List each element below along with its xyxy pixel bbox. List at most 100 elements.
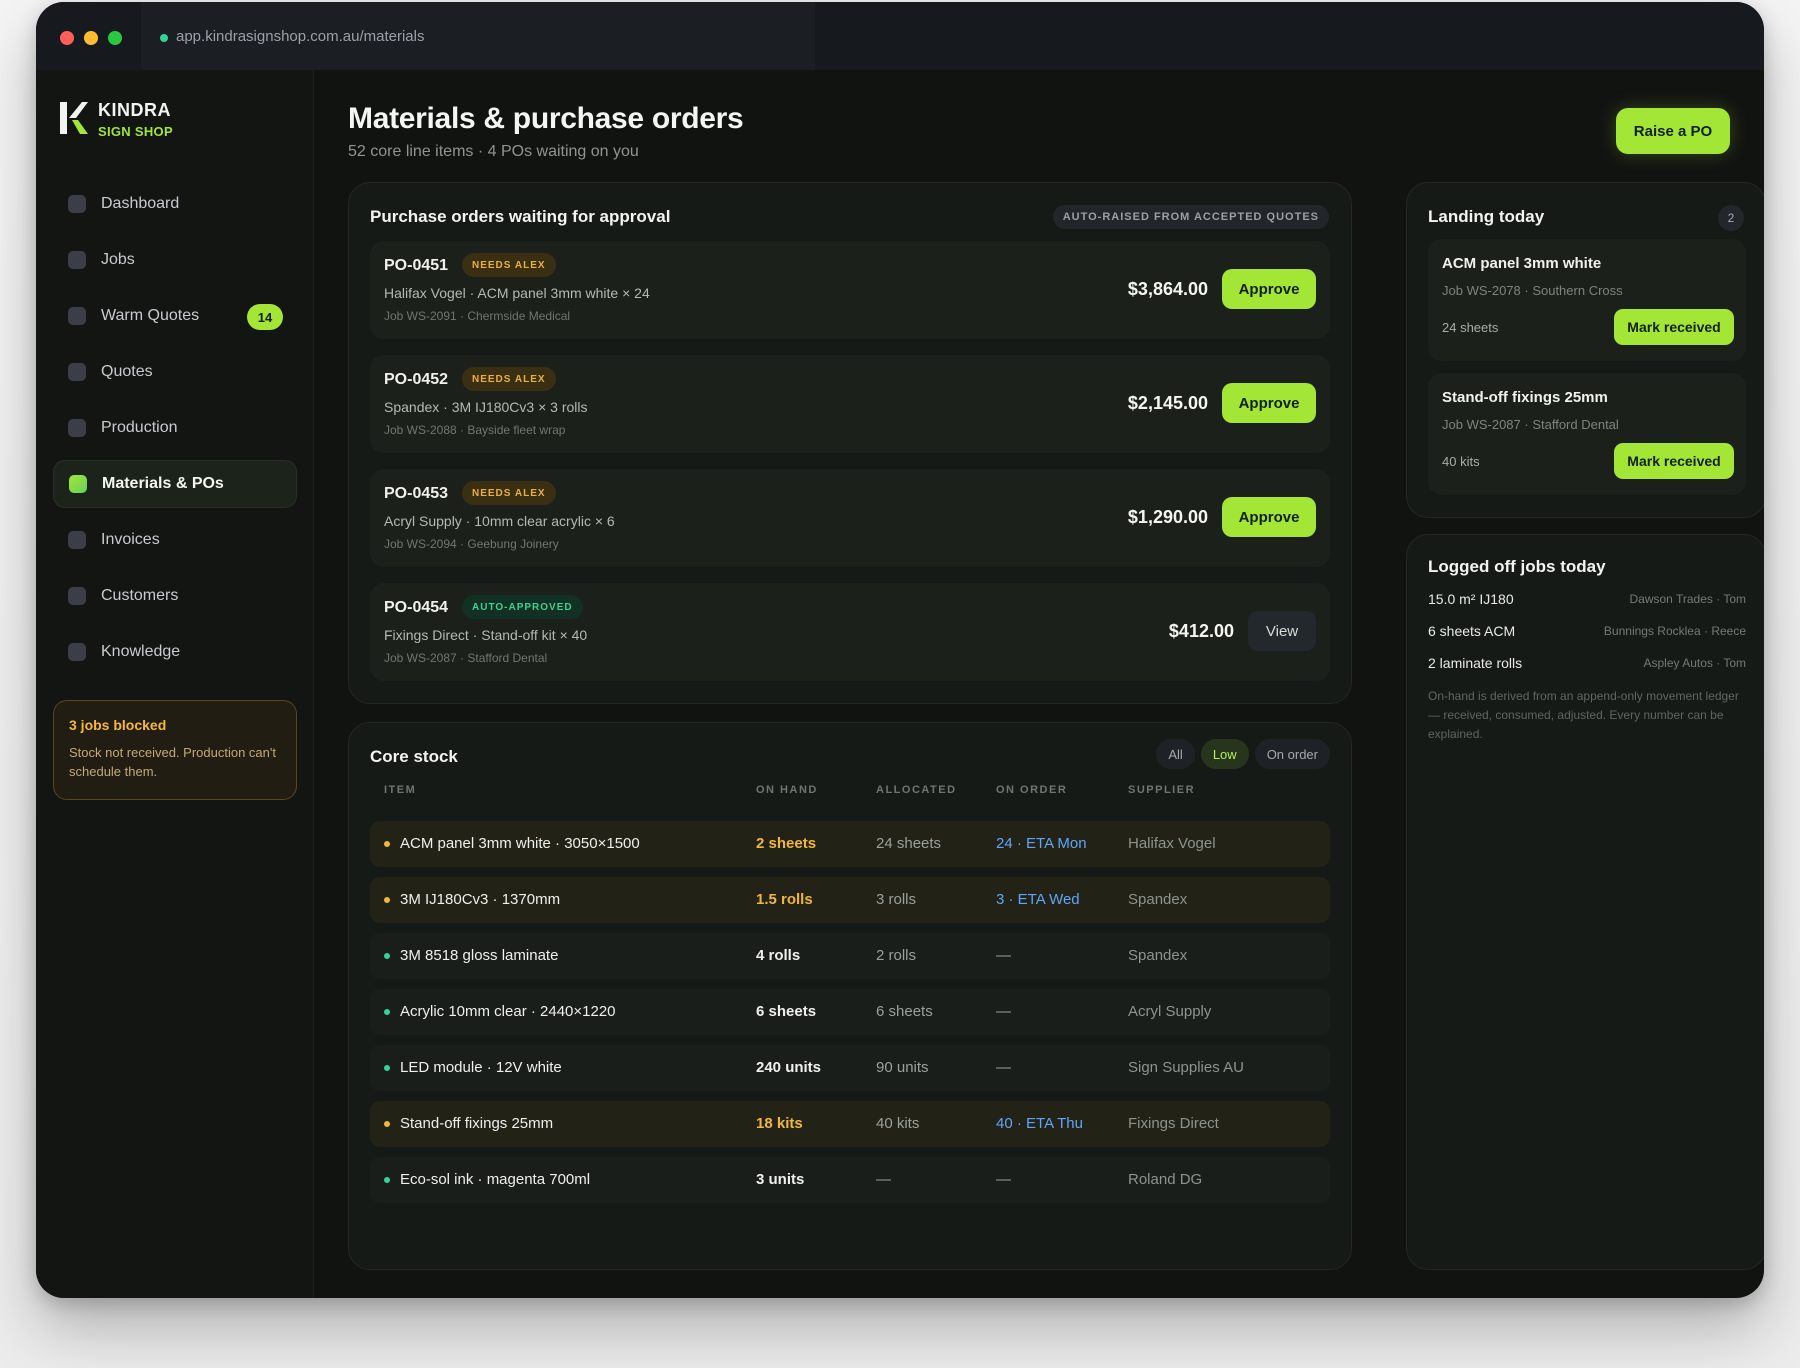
sidebar-item-label: Materials & POs (102, 475, 224, 492)
app-window: app.kindrasignshop.com.au/materials KIND… (36, 2, 1764, 1298)
sidebar-nav: Dashboard Jobs Warm Quotes 14 Quotes Pro… (53, 180, 297, 684)
supplier-name: Halifax Vogel (1128, 835, 1216, 852)
sidebar-item-warm-quotes[interactable]: Warm Quotes 14 (53, 292, 297, 340)
view-po-button[interactable]: View (1248, 611, 1316, 651)
quotes-icon (68, 363, 86, 381)
raise-po-button[interactable]: Raise a PO (1616, 108, 1730, 154)
in-stock-dot-icon (384, 1065, 390, 1071)
po-job-ref: Job WS-2094 · Geebung Joinery (384, 537, 559, 551)
po-status-badge: NEEDS ALEX (462, 481, 556, 505)
approve-button[interactable]: Approve (1222, 269, 1316, 309)
column-header-on-order: ON ORDER (996, 784, 1068, 796)
sidebar-item-production[interactable]: Production (53, 404, 297, 452)
landing-today-card: Landing today 2 ACM panel 3mm white Job … (1406, 182, 1764, 518)
po-number: PO-0451 (384, 257, 449, 274)
landing-item-qty: 40 kits (1442, 454, 1480, 469)
item-name: Stand-off fixings 25mm (400, 1115, 554, 1132)
mark-received-button[interactable]: Mark received (1614, 443, 1734, 479)
maximize-window-button[interactable] (108, 31, 122, 45)
sidebar-item-label: Warm Quotes (101, 307, 200, 324)
on-hand-value: 3 units (756, 1171, 805, 1188)
dashboard-icon (68, 195, 86, 213)
approve-button[interactable]: Approve (1222, 497, 1316, 537)
on-hand-value: 2 sheets (756, 835, 817, 852)
landing-item-name: Stand-off fixings 25mm (1442, 389, 1608, 406)
po-status-badge: NEEDS ALEX (462, 253, 556, 277)
po-job-ref: Job WS-2088 · Bayside fleet wrap (384, 423, 566, 437)
list-item: 2 laminate rolls Aspley Autos · Tom (1428, 655, 1746, 675)
table-row[interactable]: ACM panel 3mm white · 3050×1500 2 sheets… (370, 821, 1330, 867)
supplier-name: Spandex (1128, 947, 1188, 964)
address-bar[interactable]: app.kindrasignshop.com.au/materials (176, 28, 424, 45)
sidebar-item-label: Customers (101, 587, 179, 604)
column-header-supplier: SUPPLIER (1128, 784, 1196, 796)
blocked-jobs-alert[interactable]: 3 jobs blocked Stock not received. Produ… (53, 700, 297, 800)
table-row[interactable]: Acrylic 10mm clear · 2440×1220 6 sheets … (370, 989, 1330, 1035)
list-item: 6 sheets ACM Bunnings Rocklea · Reece (1428, 623, 1746, 643)
mark-received-button[interactable]: Mark received (1614, 309, 1734, 345)
brand-subtitle: SIGN SHOP (98, 124, 173, 139)
po-number: PO-0454 (384, 599, 449, 616)
auto-raised-tag: AUTO-RAISED FROM ACCEPTED QUOTES (1052, 205, 1329, 229)
sidebar-item-jobs[interactable]: Jobs (53, 236, 297, 284)
item-name: Acrylic 10mm clear · 2440×1220 (400, 1003, 616, 1020)
sidebar-item-invoices[interactable]: Invoices (53, 516, 297, 564)
item-name: 3M IJ180Cv3 · 1370mm (400, 891, 561, 908)
on-order-value: — (996, 1003, 1011, 1020)
filter-on-order[interactable]: On order (1254, 739, 1330, 769)
materials-icon (69, 475, 87, 493)
kindra-logo-icon (60, 102, 88, 134)
po-card-title: Purchase orders waiting for approval (370, 207, 671, 226)
logged-off-card: Logged off jobs today 15.0 m² IJ180 Daws… (1406, 534, 1764, 1270)
on-order-value: — (996, 947, 1011, 964)
po-row[interactable]: PO-0451 NEEDS ALEX Halifax Vogel · ACM p… (370, 241, 1330, 339)
filter-all[interactable]: All (1156, 739, 1195, 769)
po-status-badge: AUTO-APPROVED (462, 595, 583, 619)
po-row[interactable]: PO-0453 NEEDS ALEX Acryl Supply · 10mm c… (370, 469, 1330, 567)
allocated-value: 90 units (876, 1059, 929, 1076)
filter-low[interactable]: Low (1200, 739, 1249, 769)
on-hand-value: 4 rolls (756, 947, 801, 964)
on-order-value: 24 · ETA Mon (996, 835, 1087, 852)
approve-button[interactable]: Approve (1222, 383, 1316, 423)
window-controls (60, 31, 122, 45)
knowledge-icon (68, 643, 86, 661)
table-row[interactable]: LED module · 12V white 240 units 90 unit… (370, 1045, 1330, 1091)
po-row[interactable]: PO-0454 AUTO-APPROVED Fixings Direct · S… (370, 583, 1330, 681)
sidebar-item-customers[interactable]: Customers (53, 572, 297, 620)
sidebar: KINDRA SIGN SHOP Dashboard Jobs Warm Quo… (36, 70, 314, 1298)
po-line-item: Spandex · 3M IJ180Cv3 × 3 rolls (384, 399, 588, 415)
landing-card-title: Landing today (1428, 207, 1545, 226)
allocated-value: — (876, 1171, 891, 1188)
sidebar-item-materials[interactable]: Materials & POs (53, 460, 297, 508)
po-amount: $3,864.00 (1127, 279, 1208, 299)
browser-titlebar: app.kindrasignshop.com.au/materials (36, 2, 1764, 70)
table-row[interactable]: Stand-off fixings 25mm 18 kits 40 kits 4… (370, 1101, 1330, 1147)
in-stock-dot-icon (384, 1009, 390, 1015)
sidebar-item-dashboard[interactable]: Dashboard (53, 180, 297, 228)
low-stock-dot-icon (384, 1121, 390, 1127)
supplier-name: Acryl Supply (1128, 1003, 1212, 1020)
table-row[interactable]: 3M IJ180Cv3 · 1370mm 1.5 rolls 3 rolls 3… (370, 877, 1330, 923)
table-row[interactable]: Eco-sol ink · magenta 700ml 3 units — — … (370, 1157, 1330, 1203)
po-row[interactable]: PO-0452 NEEDS ALEX Spandex · 3M IJ180Cv3… (370, 355, 1330, 453)
page-subtitle: 52 core line items · 4 POs waiting on yo… (348, 143, 639, 160)
sidebar-item-knowledge[interactable]: Knowledge (53, 628, 297, 676)
table-row[interactable]: 3M 8518 gloss laminate 4 rolls 2 rolls —… (370, 933, 1330, 979)
brand-name: KINDRA (98, 100, 171, 120)
landing-item-qty: 24 sheets (1442, 320, 1499, 335)
allocated-value: 6 sheets (876, 1003, 933, 1020)
core-stock-card: Core stock All Low On order ITEM ON HAND… (348, 722, 1352, 1270)
column-header-item: ITEM (384, 784, 417, 796)
sidebar-item-label: Invoices (101, 531, 160, 548)
sidebar-item-label: Knowledge (101, 643, 181, 660)
minimize-window-button[interactable] (84, 31, 98, 45)
blocked-jobs-text: Stock not received. Production can't sch… (69, 745, 276, 779)
close-window-button[interactable] (60, 31, 74, 45)
column-header-on-hand: ON HAND (756, 784, 818, 796)
sidebar-item-quotes[interactable]: Quotes (53, 348, 297, 396)
item-name: LED module · 12V white (400, 1059, 562, 1076)
supplier-name: Fixings Direct (1128, 1115, 1219, 1132)
sidebar-item-label: Quotes (101, 363, 153, 380)
supplier-name: Spandex (1128, 891, 1188, 908)
